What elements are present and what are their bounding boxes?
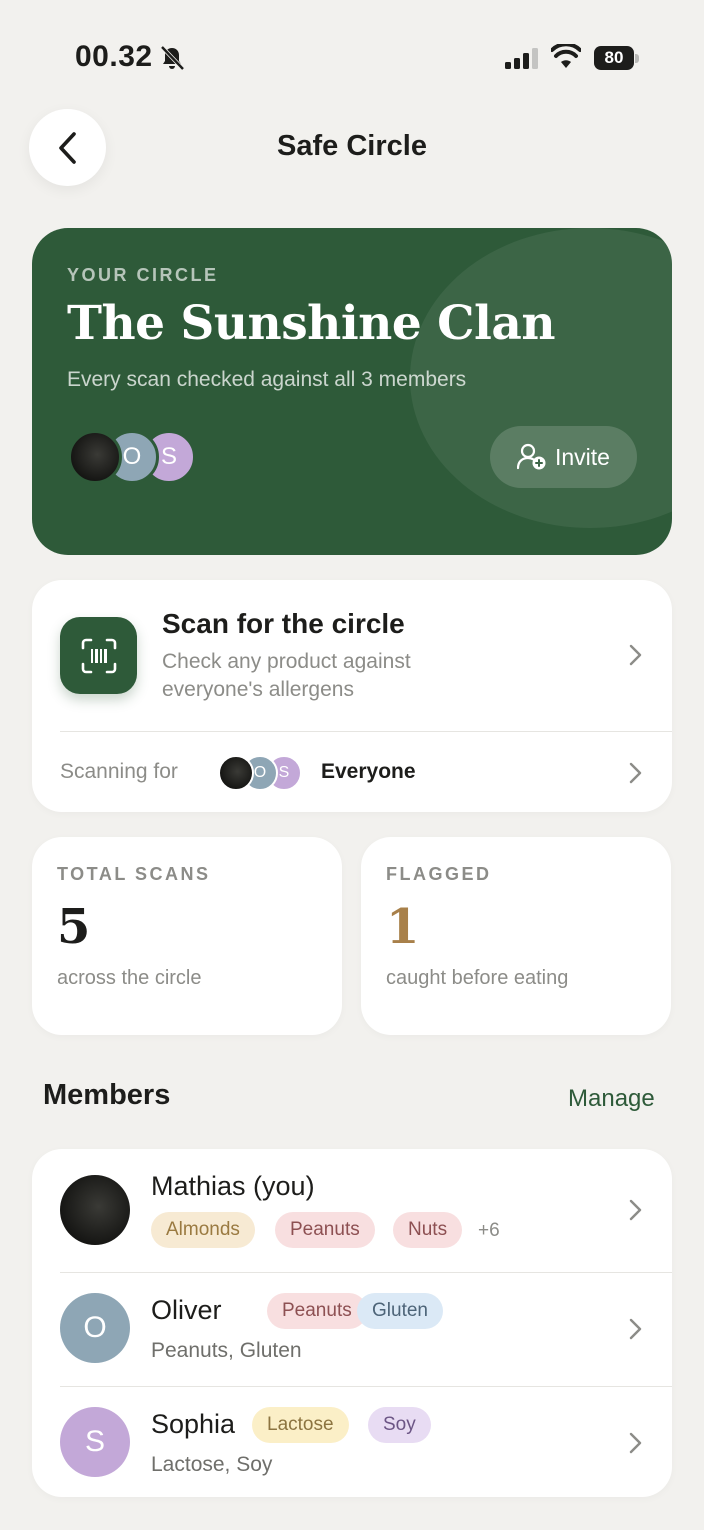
member-name: Mathias (you) bbox=[151, 1171, 315, 1201]
allergen-tag: Peanuts bbox=[267, 1293, 367, 1329]
scan-icon-tile bbox=[60, 617, 137, 694]
avatar-mathias bbox=[68, 430, 122, 484]
circle-description: Every scan checked against all 3 members bbox=[67, 368, 467, 391]
members-list: Mathias (you) Almonds Peanuts Nuts +6 O … bbox=[32, 1149, 672, 1497]
scanning-for-label: Scanning for bbox=[60, 760, 178, 783]
chevron-right-icon bbox=[629, 1199, 642, 1221]
members-heading: Members bbox=[43, 1079, 171, 1111]
status-time: 00.32 bbox=[75, 40, 153, 73]
signal-icon bbox=[505, 48, 538, 69]
allergen-tag: Soy bbox=[368, 1407, 431, 1443]
chevron-right-icon[interactable] bbox=[629, 762, 643, 784]
chevron-right-icon bbox=[629, 1318, 642, 1340]
chevron-right-icon bbox=[629, 1432, 642, 1454]
stat-total-scans: TOTAL SCANS 5 across the circle bbox=[32, 837, 342, 1035]
scan-circle-card[interactable]: Scan for the circle Check any product ag… bbox=[32, 580, 672, 812]
list-item[interactable]: Mathias (you) Almonds Peanuts Nuts +6 bbox=[32, 1149, 672, 1272]
wifi-icon bbox=[551, 44, 581, 68]
battery-cap bbox=[635, 54, 639, 63]
allergen-tag: Lactose bbox=[252, 1407, 349, 1443]
allergen-tag: Peanuts bbox=[275, 1212, 375, 1248]
allergen-tag: Almonds bbox=[151, 1212, 255, 1248]
stat-caption: across the circle bbox=[57, 967, 202, 989]
barcode-scan-icon bbox=[81, 638, 116, 673]
battery-level: 80 bbox=[594, 46, 634, 70]
list-item[interactable]: O Oliver Peanuts Gluten Peanuts, Gluten bbox=[32, 1273, 672, 1386]
avatar-mathias bbox=[218, 755, 254, 791]
avatar: O bbox=[60, 1293, 130, 1363]
divider bbox=[60, 731, 672, 732]
add-user-icon bbox=[517, 443, 546, 470]
member-allergen-summary: Lactose, Soy bbox=[151, 1453, 273, 1476]
stat-value: 1 bbox=[386, 899, 420, 955]
status-bar: 00.32 80 bbox=[0, 0, 704, 110]
member-allergen-summary: Peanuts, Gluten bbox=[151, 1339, 302, 1362]
invite-button[interactable]: Invite bbox=[490, 426, 637, 488]
stat-caption: caught before eating bbox=[386, 967, 569, 989]
invite-label: Invite bbox=[555, 443, 610, 470]
stat-label: TOTAL SCANS bbox=[57, 864, 211, 884]
stat-value: 5 bbox=[57, 899, 91, 955]
circle-name: The Sunshine Clan bbox=[67, 296, 556, 351]
stat-label: FLAGGED bbox=[386, 864, 492, 884]
page-title: Safe Circle bbox=[277, 130, 427, 162]
stat-flagged: FLAGGED 1 caught before eating bbox=[361, 837, 671, 1035]
allergen-tag: Gluten bbox=[357, 1293, 443, 1329]
battery-indicator: 80 bbox=[594, 46, 640, 70]
scanning-for-value[interactable]: Everyone bbox=[321, 760, 416, 784]
scan-subtitle: Check any product against everyone's all… bbox=[162, 650, 411, 701]
member-name: Oliver bbox=[151, 1295, 222, 1325]
more-allergens-count: +6 bbox=[478, 1220, 500, 1241]
allergen-tag: Nuts bbox=[393, 1212, 463, 1248]
chevron-right-icon bbox=[629, 644, 642, 666]
bell-slash-icon bbox=[160, 45, 185, 71]
hero-eyebrow: YOUR CIRCLE bbox=[67, 265, 219, 285]
scan-title: Scan for the circle bbox=[162, 608, 405, 639]
avatar: S bbox=[60, 1407, 130, 1477]
manage-button[interactable]: Manage bbox=[568, 1085, 655, 1113]
circle-hero-card: YOUR CIRCLE The Sunshine Clan Every scan… bbox=[32, 228, 672, 555]
list-item[interactable]: S Sophia Lactose Soy Lactose, Soy bbox=[32, 1387, 672, 1497]
member-name: Sophia bbox=[151, 1409, 236, 1439]
avatar bbox=[60, 1175, 130, 1245]
